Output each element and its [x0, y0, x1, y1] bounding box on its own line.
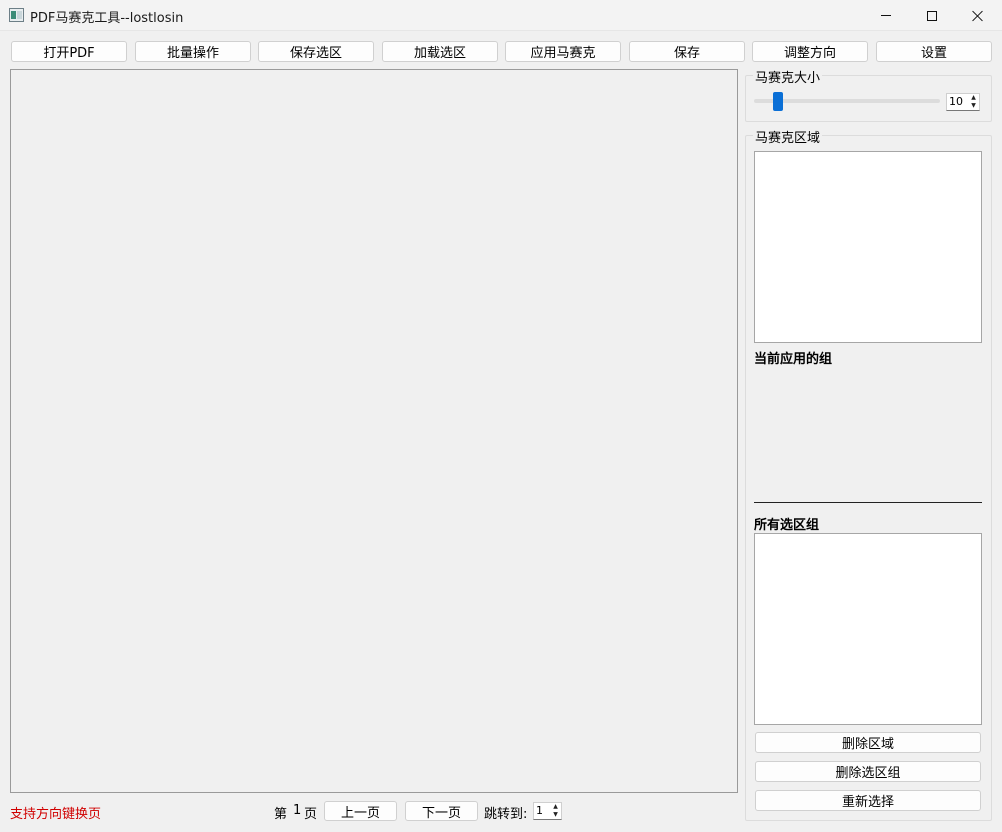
- prev-page-button[interactable]: 上一页: [324, 801, 397, 821]
- navigation-hint: 支持方向键换页: [10, 807, 102, 822]
- delete-group-button[interactable]: 删除选区组: [755, 761, 981, 782]
- pdf-preview-canvas[interactable]: [10, 69, 738, 793]
- page-number: 1: [293, 803, 302, 818]
- adjust-orientation-button[interactable]: 调整方向: [752, 41, 868, 62]
- open-pdf-button[interactable]: 打开PDF: [11, 41, 127, 62]
- jump-label: 跳转到:: [484, 807, 528, 822]
- jump-spin-arrows[interactable]: ▲ ▼: [550, 803, 561, 819]
- window-title: PDF马赛克工具--lostlosin: [30, 11, 184, 26]
- close-icon: [972, 10, 984, 22]
- all-groups-label: 所有选区组: [754, 518, 820, 533]
- spin-arrows[interactable]: ▲ ▼: [968, 94, 979, 110]
- reselect-button[interactable]: 重新选择: [755, 790, 981, 811]
- apply-mosaic-button[interactable]: 应用马赛克: [505, 41, 621, 62]
- spin-down-icon[interactable]: ▼: [553, 812, 558, 818]
- mosaic-size-slider-thumb[interactable]: [773, 92, 783, 111]
- spin-up-icon[interactable]: ▲: [553, 804, 558, 810]
- mosaic-size-title: 马赛克大小: [753, 67, 823, 86]
- maximize-button[interactable]: [909, 0, 955, 31]
- minimize-button[interactable]: [863, 0, 909, 31]
- jump-page-value: 1: [536, 804, 543, 817]
- spin-down-icon[interactable]: ▼: [971, 103, 976, 109]
- spin-up-icon[interactable]: ▲: [971, 95, 976, 101]
- maximize-icon: [927, 10, 937, 21]
- divider: [754, 502, 982, 503]
- mosaic-size-spinbox[interactable]: 10 ▲ ▼: [946, 93, 980, 111]
- close-button[interactable]: [955, 0, 1001, 31]
- batch-operation-button[interactable]: 批量操作: [135, 41, 251, 62]
- next-page-button[interactable]: 下一页: [405, 801, 478, 821]
- save-button[interactable]: 保存: [629, 41, 745, 62]
- mosaic-area-title: 马赛克区域: [753, 127, 823, 146]
- page-suffix: 页: [304, 807, 318, 822]
- delete-area-button[interactable]: 删除区域: [755, 732, 981, 753]
- load-selection-button[interactable]: 加载选区: [382, 41, 498, 62]
- mosaic-area-list[interactable]: [754, 151, 982, 343]
- title-bar[interactable]: PDF马赛克工具--lostlosin: [0, 0, 1002, 31]
- page-prefix: 第: [274, 807, 288, 822]
- app-icon: [9, 8, 24, 22]
- mosaic-size-value: 10: [949, 95, 963, 108]
- jump-page-spinbox[interactable]: 1 ▲ ▼: [533, 802, 562, 820]
- minimize-icon: [881, 15, 891, 16]
- current-group-label: 当前应用的组: [754, 352, 833, 367]
- save-selection-button[interactable]: 保存选区: [258, 41, 374, 62]
- selection-groups-list[interactable]: [754, 533, 982, 725]
- settings-button[interactable]: 设置: [876, 41, 992, 62]
